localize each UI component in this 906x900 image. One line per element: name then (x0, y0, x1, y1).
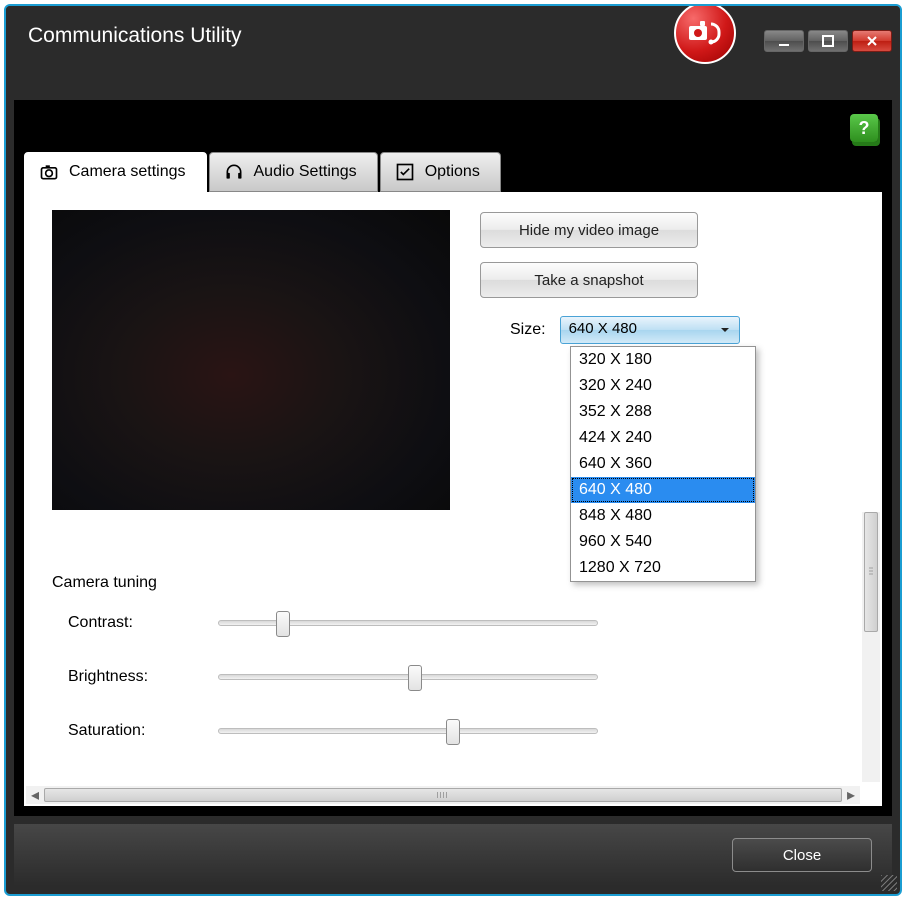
tab-camera-settings[interactable]: Camera settings (24, 152, 207, 192)
brightness-slider[interactable] (218, 674, 598, 680)
size-option[interactable]: 1280 X 720 (571, 555, 755, 581)
headset-icon (224, 162, 244, 182)
maximize-button[interactable] (808, 30, 848, 52)
size-dropdown-list[interactable]: 320 X 180 320 X 240 352 X 288 424 X 240 … (570, 346, 756, 582)
brightness-slider-thumb[interactable] (408, 665, 422, 691)
chevron-down-icon (719, 324, 731, 336)
size-option[interactable]: 320 X 240 (571, 373, 755, 399)
vertical-scrollbar-thumb[interactable] (864, 512, 878, 632)
camera-icon (39, 162, 59, 182)
size-dropdown[interactable]: 640 X 480 (560, 316, 740, 344)
size-label: Size: (510, 321, 546, 339)
video-preview (52, 210, 450, 510)
help-icon[interactable]: ? (850, 114, 878, 142)
size-selected-value: 640 X 480 (569, 320, 637, 337)
application-window: Communications Utility ? Camera settings… (4, 4, 902, 896)
saturation-label: Saturation: (68, 722, 218, 740)
horizontal-scrollbar-thumb[interactable] (44, 788, 842, 802)
tab-label: Audio Settings (254, 163, 357, 181)
size-option[interactable]: 320 X 180 (571, 347, 755, 373)
tab-audio-settings[interactable]: Audio Settings (209, 152, 378, 192)
window-title: Communications Utility (6, 6, 900, 98)
size-option[interactable]: 352 X 288 (571, 399, 755, 425)
app-logo-icon (674, 4, 736, 64)
tab-panel-camera: Hide my video image Take a snapshot Size… (24, 192, 882, 806)
tab-options[interactable]: Options (380, 152, 501, 192)
brightness-label: Brightness: (68, 668, 218, 686)
snapshot-button[interactable]: Take a snapshot (480, 262, 698, 298)
window-close-button[interactable] (852, 30, 892, 52)
checkbox-icon (395, 162, 415, 182)
saturation-slider[interactable] (218, 728, 598, 734)
hide-video-button[interactable]: Hide my video image (480, 212, 698, 248)
tab-label: Options (425, 163, 480, 181)
size-option[interactable]: 960 X 540 (571, 529, 755, 555)
content-area: ? Camera settings Audio Settings Options (14, 100, 892, 816)
contrast-slider-thumb[interactable] (276, 611, 290, 637)
footer-bar: Close (14, 824, 892, 886)
saturation-slider-thumb[interactable] (446, 719, 460, 745)
resize-grip[interactable] (881, 875, 897, 891)
size-option[interactable]: 424 X 240 (571, 425, 755, 451)
tab-label: Camera settings (69, 163, 186, 181)
size-option-selected[interactable]: 640 X 480 (571, 477, 755, 503)
size-option[interactable]: 848 X 480 (571, 503, 755, 529)
close-button[interactable]: Close (732, 838, 872, 872)
contrast-slider[interactable] (218, 620, 598, 626)
size-option[interactable]: 640 X 360 (571, 451, 755, 477)
minimize-button[interactable] (764, 30, 804, 52)
contrast-label: Contrast: (68, 614, 218, 632)
scroll-right-arrow[interactable]: ▸ (842, 786, 860, 804)
scroll-left-arrow[interactable]: ◂ (26, 786, 44, 804)
horizontal-scrollbar[interactable]: ◂ ▸ (26, 786, 860, 804)
vertical-scrollbar[interactable] (862, 512, 880, 782)
